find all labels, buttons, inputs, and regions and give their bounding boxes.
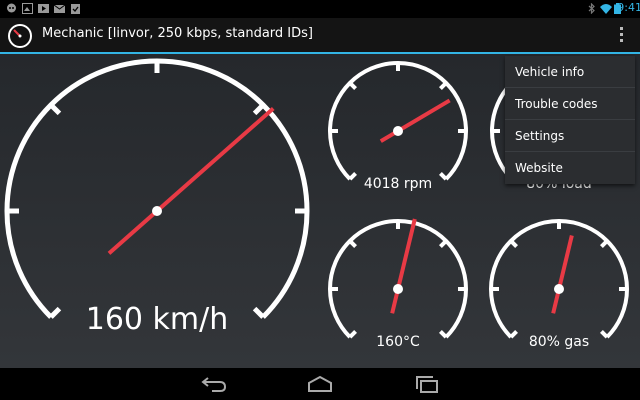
mail-icon <box>54 4 65 13</box>
back-icon[interactable] <box>198 374 228 394</box>
app-title: Mechanic [linvor, 250 kbps, standard IDs… <box>42 26 313 41</box>
rpm-dial-arc <box>328 61 468 181</box>
gas-tick <box>600 239 609 248</box>
temp-tick <box>348 239 357 248</box>
bluetooth-icon <box>588 3 595 14</box>
temp-readout: 160°C <box>376 334 420 350</box>
menu-item-vehicle-info[interactable]: Vehicle info <box>505 56 635 88</box>
temp-needle <box>390 218 417 314</box>
gas-tick <box>509 239 518 248</box>
gas-readout: 80% gas <box>528 334 590 350</box>
rpm-readout: 4018 rpm <box>363 176 433 192</box>
temp-tick <box>439 239 448 248</box>
rpm-gauge <box>328 61 468 181</box>
overflow-menu-icon[interactable] <box>618 27 624 45</box>
speed-dial-arc <box>4 58 310 319</box>
speed-tick <box>252 103 265 116</box>
speed-needle-hub <box>152 206 162 216</box>
recents-icon[interactable] <box>412 374 442 394</box>
clipboard-icon <box>71 4 80 14</box>
speed-tick <box>49 103 62 116</box>
rpm-tick <box>439 81 448 90</box>
menu-item-settings[interactable]: Settings <box>505 120 635 152</box>
rpm-needle <box>379 98 451 143</box>
temp-gauge <box>328 218 468 339</box>
speed-needle <box>107 106 275 255</box>
play-icon <box>38 4 49 13</box>
navigation-bar <box>0 368 640 400</box>
speed-gauge <box>4 58 310 319</box>
rpm-tick <box>348 81 357 90</box>
overflow-menu: Vehicle info Trouble codes Settings Webs… <box>505 56 635 184</box>
gas-needle <box>551 235 574 314</box>
status-bar: 9:41 <box>0 0 640 18</box>
temp-needle-hub <box>393 284 403 294</box>
gallery-icon <box>22 3 33 14</box>
action-bar: Mechanic [linvor, 250 kbps, standard IDs… <box>0 18 640 54</box>
gas-dial-arc <box>489 219 629 339</box>
speed-readout: 160 km/h <box>85 302 229 337</box>
home-icon[interactable] <box>305 374 335 394</box>
gas-needle-hub <box>554 284 564 294</box>
temp-dial-arc <box>328 219 468 339</box>
rpm-needle-hub <box>393 126 403 136</box>
menu-item-trouble-codes[interactable]: Trouble codes <box>505 88 635 120</box>
talk-icon <box>7 3 16 13</box>
wifi-icon <box>600 4 612 14</box>
gas-gauge <box>489 219 629 339</box>
gauge-icon[interactable] <box>6 22 34 50</box>
menu-item-website[interactable]: Website <box>505 152 635 184</box>
clock: 9:41 <box>617 1 640 14</box>
